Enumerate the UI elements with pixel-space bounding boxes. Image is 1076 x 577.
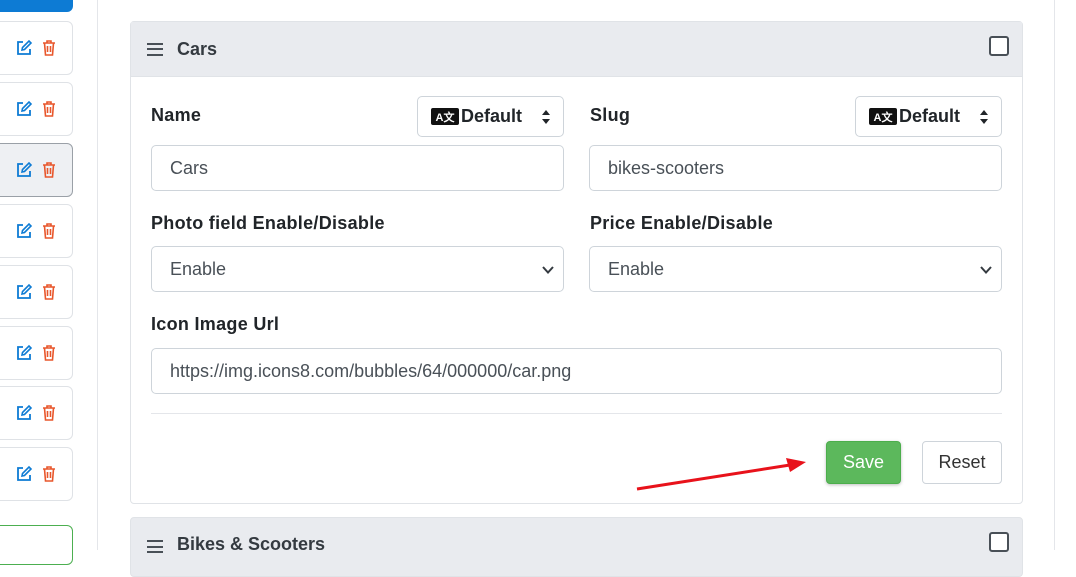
add-category-button[interactable]: [0, 0, 73, 12]
drag-handle-icon[interactable]: [147, 540, 163, 553]
save-button[interactable]: Save: [826, 441, 901, 484]
card-select-checkbox[interactable]: [989, 36, 1009, 56]
edit-icon[interactable]: [15, 161, 33, 179]
name-language-select[interactable]: A文 Default: [417, 96, 564, 137]
trash-icon[interactable]: [40, 161, 58, 179]
edit-icon[interactable]: [15, 344, 33, 362]
trash-icon[interactable]: [40, 465, 58, 483]
name-input-value: Cars: [170, 157, 209, 178]
drag-handle-icon[interactable]: [147, 42, 163, 56]
form-divider: [151, 413, 1002, 414]
trash-icon[interactable]: [40, 39, 58, 57]
trash-icon[interactable]: [40, 283, 58, 301]
content-border: [1054, 0, 1055, 550]
icon-url-value: https://img.icons8.com/bubbles/64/000000…: [170, 360, 572, 381]
edit-icon[interactable]: [15, 39, 33, 57]
price-label: Price Enable/Disable: [590, 213, 774, 233]
sort-updown-icon: [980, 110, 988, 124]
name-label: Name: [151, 105, 202, 125]
slug-input[interactable]: bikes-scooters: [589, 145, 1002, 191]
green-action-button[interactable]: [0, 525, 73, 565]
category-row-actions: [0, 143, 73, 197]
category-row-actions: [0, 386, 73, 440]
reset-button[interactable]: Reset: [922, 441, 1002, 484]
translate-icon: A文: [431, 108, 459, 125]
category-action-column: [0, 0, 98, 565]
edit-icon[interactable]: [15, 404, 33, 422]
card-select-checkbox[interactable]: [989, 532, 1009, 552]
category-row-actions: [0, 204, 73, 258]
price-value: Enable: [608, 258, 665, 279]
icon-url-label: Icon Image Url: [151, 314, 280, 334]
card-header[interactable]: Cars: [131, 22, 1022, 77]
sort-updown-icon: [542, 110, 550, 124]
trash-icon[interactable]: [40, 222, 58, 240]
slug-label: Slug: [590, 105, 631, 125]
photo-field-label: Photo field Enable/Disable: [151, 213, 385, 233]
photo-field-select[interactable]: Enable: [151, 246, 564, 292]
edit-icon[interactable]: [15, 283, 33, 301]
category-row-actions: [0, 82, 73, 136]
category-row-actions: [0, 21, 73, 75]
translate-icon: A文: [869, 108, 897, 125]
slug-language-value: Default: [899, 106, 961, 126]
card-title: Cars: [177, 38, 218, 59]
name-input[interactable]: Cars: [151, 145, 564, 191]
icon-url-input[interactable]: https://img.icons8.com/bubbles/64/000000…: [151, 348, 1002, 394]
chevron-down-icon: [542, 266, 554, 274]
edit-icon[interactable]: [15, 465, 33, 483]
trash-icon[interactable]: [40, 100, 58, 118]
category-row-actions: [0, 326, 73, 380]
slug-language-select[interactable]: A文 Default: [855, 96, 1002, 137]
trash-icon[interactable]: [40, 344, 58, 362]
name-language-value: Default: [461, 106, 523, 126]
card-title: Bikes & Scooters: [177, 534, 326, 554]
trash-icon[interactable]: [40, 404, 58, 422]
category-card-bikes-scooters[interactable]: Bikes & Scooters: [130, 517, 1023, 577]
edit-icon[interactable]: [15, 222, 33, 240]
category-row-actions: [0, 447, 73, 501]
photo-field-value: Enable: [170, 258, 227, 279]
red-arrow-annotation: [636, 458, 806, 491]
chevron-down-icon: [980, 266, 992, 274]
edit-icon[interactable]: [15, 100, 33, 118]
slug-input-value: bikes-scooters: [608, 157, 725, 178]
category-row-actions: [0, 265, 73, 319]
price-select[interactable]: Enable: [589, 246, 1002, 292]
